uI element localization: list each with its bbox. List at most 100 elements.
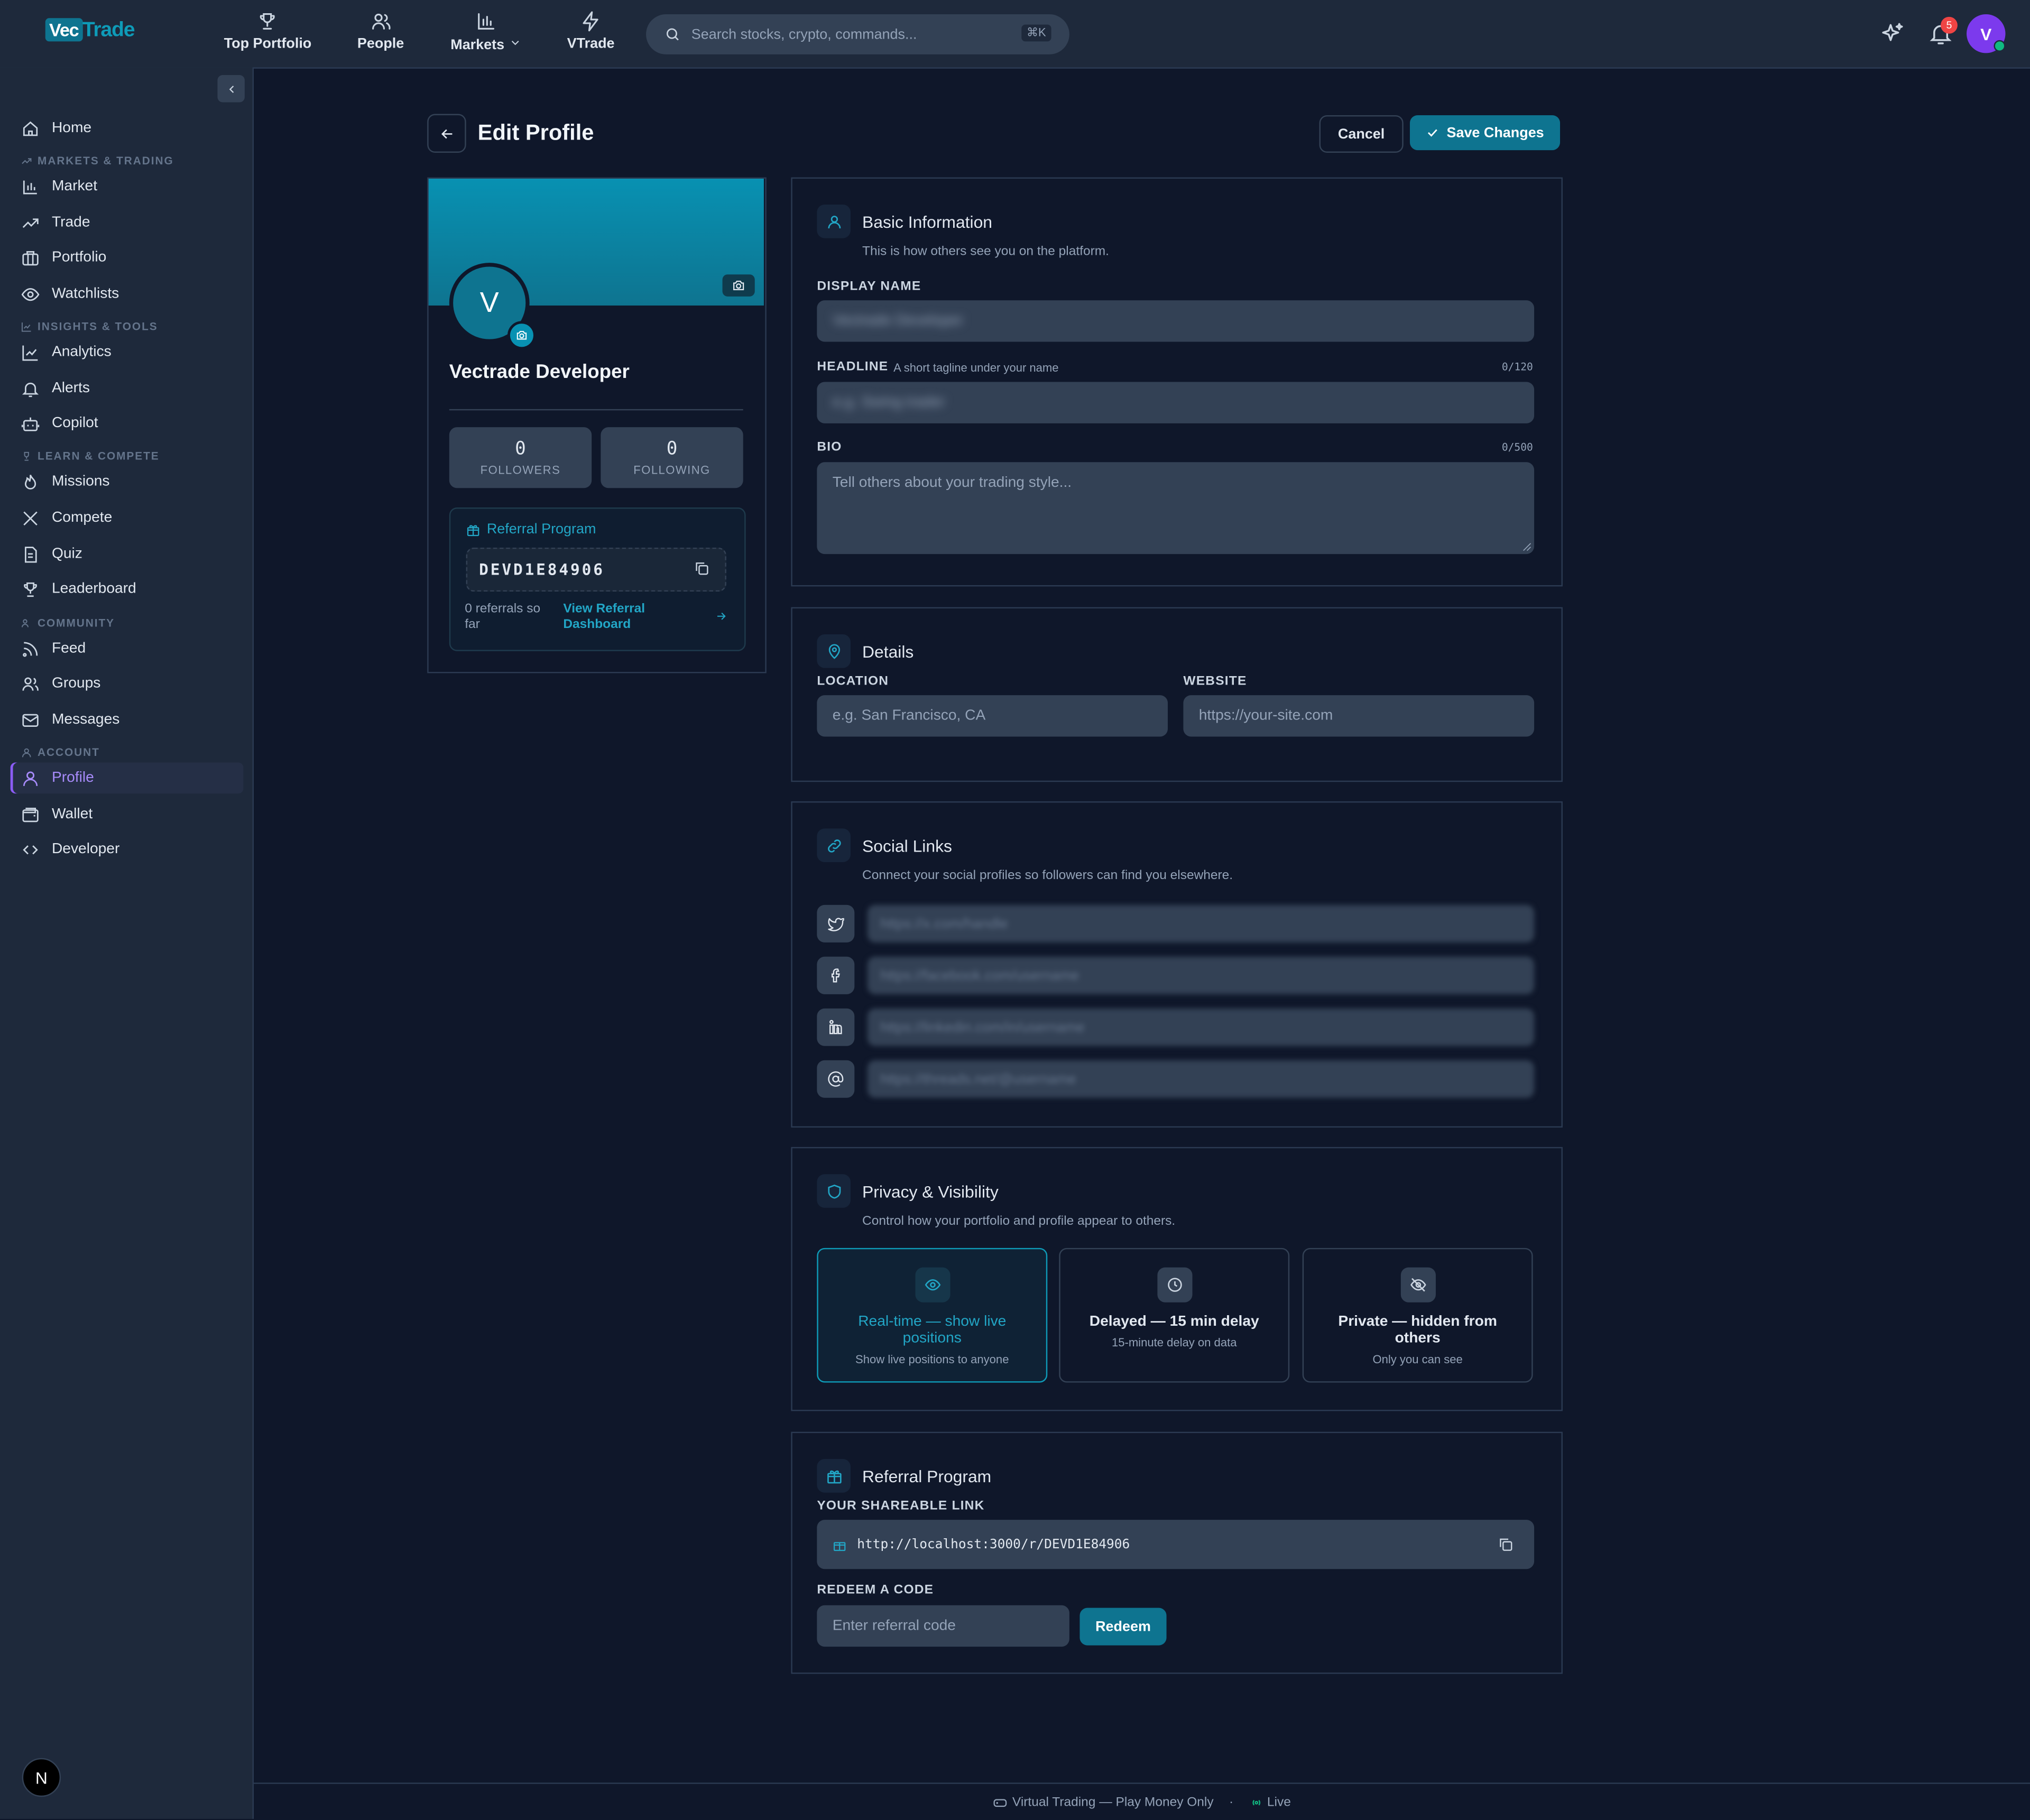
location-field[interactable]: e.g. San Francisco, CA bbox=[817, 695, 1168, 737]
back-button[interactable] bbox=[427, 114, 466, 153]
sidebar-item-profile[interactable]: Profile bbox=[10, 762, 244, 794]
map-pin-icon-wrap bbox=[817, 634, 851, 668]
footer-status-bar: Virtual Trading — Play Money Only · Live bbox=[254, 1782, 2030, 1820]
sidebar-collapse-button[interactable] bbox=[217, 75, 245, 103]
website-label: WEBSITE bbox=[1183, 674, 1247, 689]
linkedin-url-field[interactable]: https://linkedin.com/in/username bbox=[867, 1008, 1535, 1046]
copy-icon bbox=[696, 562, 708, 575]
nav-vtrade[interactable]: VTrade bbox=[567, 11, 615, 57]
sidebar-item-wallet[interactable]: Wallet bbox=[11, 799, 244, 830]
chart-line-icon bbox=[22, 345, 38, 361]
copy-code-button[interactable] bbox=[694, 560, 709, 576]
nav-top-portfolio[interactable]: Top Portfolio bbox=[224, 11, 311, 57]
sidebar-item-quiz[interactable]: Quiz bbox=[11, 539, 244, 570]
sidebar-item-portfolio[interactable]: Portfolio bbox=[11, 242, 244, 273]
sidebar-item-market[interactable]: Market bbox=[11, 171, 244, 202]
following-stat[interactable]: 0 FOLLOWING bbox=[601, 427, 743, 488]
sidebar-item-home[interactable]: Home bbox=[11, 113, 244, 144]
resize-handle-icon[interactable] bbox=[1522, 542, 1531, 551]
user-icon bbox=[22, 747, 31, 757]
display-name-label: DISPLAY NAME bbox=[817, 279, 921, 294]
sidebar-item-trade[interactable]: Trade bbox=[11, 207, 244, 238]
nextjs-dev-badge[interactable]: N bbox=[22, 1758, 61, 1797]
shield-icon bbox=[827, 1184, 841, 1198]
briefcase-icon bbox=[22, 250, 39, 265]
shareable-link-field[interactable]: http://localhost:3000/r/DEVD1E84906 bbox=[817, 1520, 1535, 1569]
sidebar-section-insights: INSIGHTS & TOOLS bbox=[21, 320, 158, 332]
page-title: Edit Profile bbox=[477, 120, 594, 145]
linkedin-icon-wrap bbox=[817, 1008, 855, 1046]
copy-link-button[interactable] bbox=[1498, 1537, 1513, 1552]
eye-off-icon bbox=[1409, 1278, 1426, 1292]
swords-icon bbox=[23, 511, 38, 525]
headline-char-counter: 0/120 bbox=[1501, 361, 1533, 373]
sidebar-item-compete[interactable]: Compete bbox=[11, 502, 244, 533]
section-subtitle: This is how others see you on the platfo… bbox=[862, 244, 1109, 259]
sidebar-item-analytics[interactable]: Analytics bbox=[11, 337, 244, 368]
privacy-option-private[interactable]: Private — hidden from others Only you ca… bbox=[1302, 1248, 1533, 1383]
gift-icon bbox=[467, 524, 479, 535]
link-icon bbox=[827, 838, 841, 852]
users-icon bbox=[21, 618, 29, 627]
redeem-button[interactable]: Redeem bbox=[1079, 1607, 1167, 1646]
sidebar-item-watchlists[interactable]: Watchlists bbox=[11, 279, 244, 310]
trophy-icon bbox=[24, 581, 37, 596]
privacy-option-realtime[interactable]: Real-time — show live positions Show liv… bbox=[817, 1248, 1048, 1383]
clock-icon bbox=[1167, 1278, 1182, 1292]
change-avatar-button[interactable] bbox=[508, 321, 536, 350]
bio-textarea[interactable]: Tell others about your trading style... bbox=[817, 462, 1535, 555]
ai-sparkles-button[interactable] bbox=[1880, 21, 1906, 47]
display-name-field[interactable]: Vectrade Developer bbox=[817, 300, 1535, 342]
check-icon bbox=[1428, 129, 1438, 137]
sidebar-item-missions[interactable]: Missions bbox=[11, 466, 244, 497]
sidebar-item-leaderboard[interactable]: Leaderboard bbox=[11, 574, 244, 605]
gift-icon-wrap bbox=[817, 1459, 851, 1493]
followers-stat[interactable]: 0 FOLLOWERS bbox=[449, 427, 592, 488]
view-referral-dashboard-link[interactable]: View Referral Dashboard bbox=[563, 602, 667, 633]
headline-label-row: HEADLINE A short tagline under your name bbox=[817, 359, 1059, 374]
rss-icon bbox=[23, 641, 38, 657]
referral-program-heading: Referral Program bbox=[466, 522, 596, 537]
twitter-icon bbox=[828, 918, 844, 931]
gift-icon bbox=[833, 1541, 846, 1550]
sidebar-item-developer[interactable]: Developer bbox=[11, 834, 244, 865]
link-icon-wrap bbox=[817, 828, 851, 863]
sidebar-item-alerts[interactable]: Alerts bbox=[11, 373, 244, 404]
eye-icon bbox=[924, 1279, 940, 1291]
threads-url-field[interactable]: https://threads.net/@username bbox=[867, 1060, 1535, 1098]
sidebar-section-community: COMMUNITY bbox=[21, 616, 115, 629]
brand-logo[interactable]: Vec Trade bbox=[45, 18, 135, 43]
privacy-option-delayed[interactable]: Delayed — 15 min delay 15-minute delay o… bbox=[1059, 1248, 1290, 1383]
sidebar-item-groups[interactable]: Groups bbox=[11, 668, 244, 699]
camera-icon bbox=[516, 331, 527, 340]
live-signal-icon bbox=[1252, 1799, 1260, 1805]
headline-field[interactable]: e.g. Swing trader bbox=[817, 382, 1535, 423]
cancel-button[interactable]: Cancel bbox=[1319, 115, 1404, 153]
nav-people[interactable]: People bbox=[357, 11, 404, 57]
sidebar-item-messages[interactable]: Messages bbox=[11, 704, 244, 735]
nav-markets-dropdown[interactable]: Markets bbox=[450, 11, 521, 57]
map-pin-icon bbox=[828, 643, 839, 659]
eye-icon bbox=[21, 287, 40, 301]
section-title: Details bbox=[862, 642, 914, 662]
camera-icon bbox=[733, 281, 744, 290]
sidebar-item-feed[interactable]: Feed bbox=[11, 633, 244, 664]
bell-icon bbox=[22, 382, 39, 396]
twitter-icon-wrap bbox=[817, 904, 855, 943]
website-field[interactable]: https://your-site.com bbox=[1183, 695, 1535, 737]
sidebar-section-markets: MARKETS & TRADING bbox=[21, 154, 174, 167]
change-cover-button[interactable] bbox=[722, 274, 755, 297]
search-bar[interactable]: Search stocks, crypto, commands... ⌘K bbox=[646, 14, 1069, 54]
trophy-icon bbox=[24, 451, 29, 460]
profile-display-name: Vectrade Developer bbox=[449, 361, 630, 383]
user-icon-wrap bbox=[817, 204, 851, 238]
search-input[interactable]: Search stocks, crypto, commands... bbox=[691, 26, 917, 42]
section-title: Basic Information bbox=[862, 212, 993, 232]
referral-code-input[interactable]: Enter referral code bbox=[817, 1605, 1069, 1647]
chevron-down-icon bbox=[511, 41, 519, 45]
twitter-url-field[interactable]: https://x.com/handle bbox=[867, 904, 1535, 943]
sidebar-item-copilot[interactable]: Copilot bbox=[11, 408, 244, 439]
users-icon bbox=[371, 13, 390, 30]
save-changes-button[interactable]: Save Changes bbox=[1409, 115, 1561, 151]
facebook-url-field[interactable]: https://facebook.com/username bbox=[867, 956, 1535, 994]
